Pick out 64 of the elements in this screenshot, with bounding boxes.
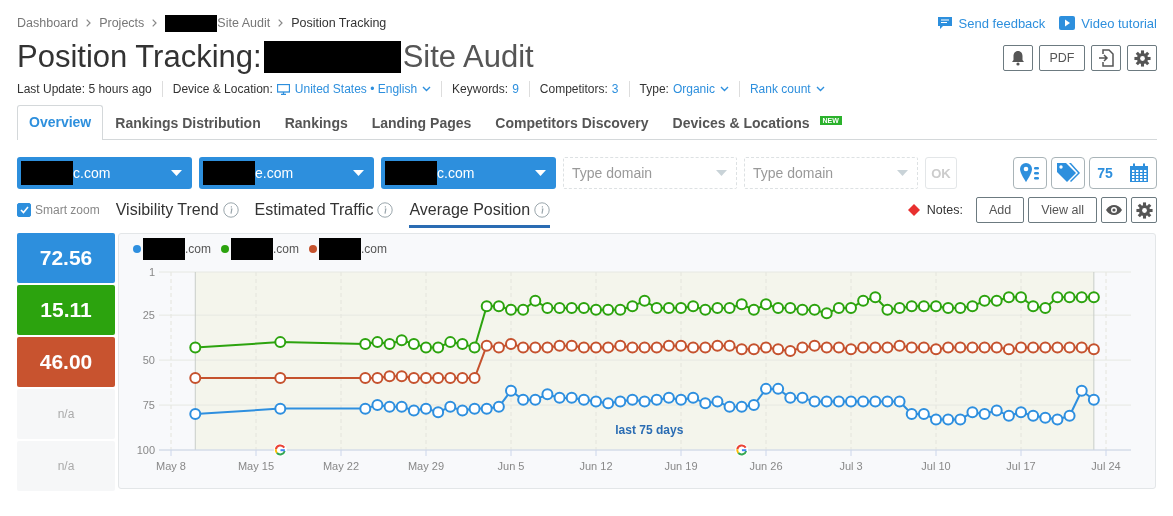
x-axis-label: Jul 10 — [921, 460, 951, 472]
x-axis-label: May 29 — [407, 460, 445, 472]
breadcrumb-link[interactable]: Dashboard — [17, 16, 79, 30]
meta-label: Last Update: 5 hours ago — [17, 82, 152, 96]
domain-input[interactable]: Type domain — [744, 157, 918, 189]
x-axis-label: May 22 — [322, 460, 360, 472]
breadcrumb-current: Position Tracking — [291, 16, 387, 30]
legend-label: .com — [361, 242, 388, 256]
checkbox-label: Smart zoom — [35, 203, 100, 217]
metric-tile: n/a — [17, 389, 115, 439]
tab[interactable]: Landing Pages — [359, 106, 484, 140]
period-button[interactable]: 75 — [1089, 157, 1157, 189]
metric-tile: 72.56 — [17, 233, 115, 283]
domain-input[interactable]: Type domain — [563, 157, 737, 189]
meta-dropdown[interactable]: United States • English — [276, 82, 432, 96]
tab[interactable]: Overview — [17, 105, 104, 140]
y-axis-label: 25 — [142, 309, 155, 322]
chart-tab[interactable]: Estimated Traffic — [254, 192, 394, 228]
x-axis-label: May 8 — [156, 460, 186, 472]
meta-value[interactable]: 3 — [611, 82, 619, 96]
x-axis-label: Jun 26 — [749, 460, 783, 472]
meta-dropdown[interactable]: Organic — [672, 82, 729, 96]
meta-label: Competitors: — [539, 82, 608, 96]
breadcrumb-link[interactable]: Site Audit — [217, 16, 271, 30]
x-axis-label: Jul 3 — [839, 460, 863, 472]
x-axis-label: Jul 17 — [1006, 460, 1036, 472]
page-title-suffix: Site Audit — [402, 39, 534, 75]
range-label: last 75 days — [615, 423, 684, 437]
metric-tile: 46.00 — [17, 337, 115, 387]
notes-label: Notes: — [926, 203, 963, 217]
x-axis-label: Jun 19 — [664, 460, 698, 472]
chart-tab[interactable]: Average Position — [409, 192, 551, 228]
x-axis-label: Jul 24 — [1091, 460, 1121, 472]
chart-tab[interactable]: Visibility Trend — [115, 192, 239, 228]
x-axis-label: Jun 5 — [497, 460, 525, 472]
tab[interactable]: Competitors Discovery — [483, 106, 661, 140]
tab[interactable]: Rankings Distribution — [103, 106, 273, 140]
y-axis-label: 50 — [142, 354, 155, 367]
x-axis-label: Jun 12 — [579, 460, 613, 472]
notes-button[interactable]: View all — [1028, 197, 1097, 223]
y-axis-label: 100 — [136, 444, 155, 456]
x-axis-label: May 15 — [237, 460, 275, 472]
meta-value[interactable]: 9 — [512, 82, 519, 96]
tab[interactable]: Devices & Locations — [660, 106, 822, 140]
legend-label: .com — [185, 242, 211, 256]
domain-dropdown[interactable]: c.com — [381, 157, 556, 189]
meta-label: Type: — [639, 82, 669, 96]
meta-label: Device & Location: — [172, 82, 273, 96]
metric-tile: n/a — [17, 441, 115, 491]
domain-dropdown[interactable]: c.com — [17, 157, 192, 189]
meta-dropdown[interactable]: Rank count — [749, 82, 825, 96]
y-axis-label: 75 — [142, 399, 155, 412]
y-axis-label: 1 — [148, 266, 155, 278]
meta-label: Keywords: — [452, 82, 509, 96]
domain-dropdown[interactable]: e.com — [199, 157, 374, 189]
page-title: Position Tracking: — [17, 39, 262, 75]
header-link[interactable]: Send feedback — [936, 15, 1046, 31]
header-link[interactable]: Video tutorial — [1059, 15, 1157, 31]
tab[interactable]: Rankings — [272, 106, 360, 140]
metric-tile: 15.11 — [17, 285, 115, 335]
pdf-button[interactable]: PDF — [1039, 45, 1085, 71]
legend-label: .com — [273, 242, 300, 256]
breadcrumb-link[interactable]: Projects — [99, 16, 145, 30]
notes-button[interactable]: Add — [975, 197, 1025, 223]
